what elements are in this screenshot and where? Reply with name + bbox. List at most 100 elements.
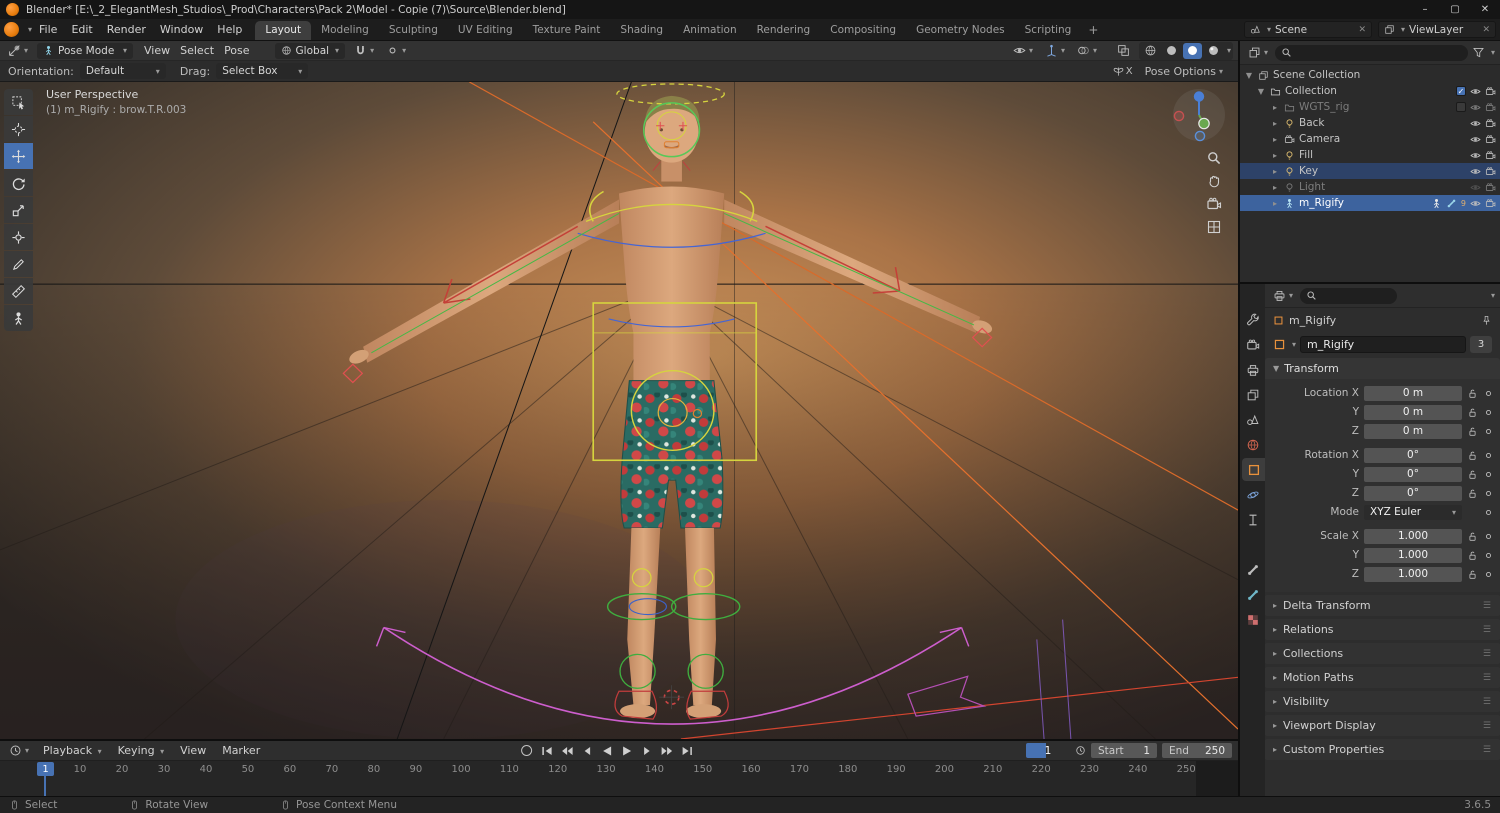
show-overlays-dropdown[interactable]: ▾ bbox=[1074, 43, 1100, 59]
transform-value-field[interactable]: 1.000 bbox=[1364, 566, 1462, 582]
expand-icon[interactable]: ▸ bbox=[1270, 119, 1280, 128]
lock-icon[interactable] bbox=[1467, 407, 1478, 418]
tab-object[interactable] bbox=[1242, 458, 1265, 481]
animate-dot-icon[interactable] bbox=[1483, 407, 1494, 418]
camera-view-icon[interactable] bbox=[1206, 196, 1222, 212]
outliner-row-back[interactable]: ▸ Back bbox=[1240, 115, 1500, 131]
properties-search-input[interactable] bbox=[1300, 287, 1397, 304]
render-visibility-icon[interactable] bbox=[1485, 86, 1496, 97]
tab-render[interactable] bbox=[1240, 333, 1265, 356]
shading-rendered-button[interactable] bbox=[1204, 43, 1223, 59]
hide-eye-icon[interactable] bbox=[1470, 198, 1481, 209]
play-reverse-button[interactable] bbox=[598, 743, 615, 758]
hide-eye-icon[interactable] bbox=[1470, 182, 1481, 193]
panel-grip-icon[interactable]: ☰ bbox=[1483, 721, 1492, 731]
topbar-menu-item[interactable]: Window bbox=[153, 21, 210, 38]
xray-toggle[interactable] bbox=[1114, 43, 1133, 59]
lock-icon[interactable] bbox=[1467, 450, 1478, 461]
panel-grip-icon[interactable]: ☰ bbox=[1483, 673, 1492, 683]
filter-icon[interactable] bbox=[1472, 46, 1485, 59]
workspace-tab[interactable]: Geometry Nodes bbox=[906, 21, 1015, 40]
workspace-tab[interactable]: Texture Paint bbox=[523, 21, 611, 40]
render-visibility-icon[interactable] bbox=[1485, 134, 1496, 145]
add-workspace-button[interactable]: + bbox=[1081, 23, 1105, 37]
mirror-x-toggle[interactable]: X bbox=[1109, 63, 1136, 79]
shading-solid-button[interactable] bbox=[1162, 43, 1181, 59]
animate-dot-icon[interactable] bbox=[1483, 388, 1494, 399]
lock-icon[interactable] bbox=[1467, 531, 1478, 542]
hide-eye-icon[interactable] bbox=[1470, 102, 1481, 113]
jump-to-start-button[interactable] bbox=[538, 743, 555, 758]
scene-selector[interactable]: ▾ Scene ✕ bbox=[1244, 21, 1372, 38]
collapsed-panel[interactable]: ▸ Visibility ☰ bbox=[1265, 691, 1500, 712]
outliner-editor-type-button[interactable]: ▾ bbox=[1245, 45, 1271, 61]
expand-icon[interactable]: ▸ bbox=[1270, 167, 1280, 176]
panel-grip-icon[interactable]: ☰ bbox=[1483, 601, 1492, 611]
next-keyframe-button[interactable] bbox=[658, 743, 675, 758]
panel-grip-icon[interactable]: ☰ bbox=[1483, 649, 1492, 659]
tab-physics[interactable] bbox=[1240, 483, 1265, 506]
tool-scale[interactable] bbox=[4, 197, 33, 223]
tool-annotate[interactable] bbox=[4, 251, 33, 277]
hide-eye-icon[interactable] bbox=[1470, 166, 1481, 177]
tab-object-constraints[interactable] bbox=[1240, 508, 1265, 531]
tab-scene[interactable] bbox=[1240, 408, 1265, 431]
topbar-menu-item[interactable]: Render bbox=[100, 21, 153, 38]
topbar-menu-item[interactable]: Edit bbox=[64, 21, 99, 38]
workspace-tab[interactable]: Shading bbox=[610, 21, 673, 40]
users-count-badge[interactable]: 3 bbox=[1470, 335, 1492, 353]
transform-value-field[interactable]: 0 m bbox=[1364, 404, 1462, 420]
3d-viewport[interactable]: User Perspective (1) m_Rigify : brow.T.R… bbox=[0, 82, 1238, 739]
animate-dot-icon[interactable] bbox=[1483, 550, 1494, 561]
hide-eye-icon[interactable] bbox=[1470, 118, 1481, 129]
mode-dropdown[interactable]: Pose Mode ▾ bbox=[37, 42, 134, 59]
workspace-tab[interactable]: Rendering bbox=[747, 21, 821, 40]
expand-icon[interactable]: ▼ bbox=[1256, 87, 1266, 96]
hide-eye-icon[interactable] bbox=[1470, 134, 1481, 145]
viewlayer-selector[interactable]: ▾ ViewLayer ✕ bbox=[1378, 21, 1496, 38]
workspace-tab[interactable]: Layout bbox=[255, 21, 312, 40]
tab-output[interactable] bbox=[1240, 358, 1265, 381]
zoom-icon[interactable] bbox=[1206, 150, 1222, 166]
minimize-button[interactable]: – bbox=[1410, 0, 1440, 19]
drag-setting-dropdown[interactable]: Select Box ▾ bbox=[216, 63, 309, 79]
proportional-editing-toggle[interactable]: ▾ bbox=[383, 43, 409, 59]
tool-move[interactable] bbox=[4, 143, 33, 169]
lock-icon[interactable] bbox=[1467, 569, 1478, 580]
next-frame-button[interactable] bbox=[638, 743, 655, 758]
orientation-setting-dropdown[interactable]: Default ▾ bbox=[79, 63, 166, 79]
play-button[interactable] bbox=[618, 743, 635, 758]
start-frame-field[interactable]: Start 1 bbox=[1091, 743, 1157, 758]
collection-checkbox[interactable]: ✓ bbox=[1456, 86, 1466, 96]
snap-toggle[interactable]: ▾ bbox=[351, 43, 377, 59]
expand-icon[interactable]: ▸ bbox=[1270, 151, 1280, 160]
render-visibility-icon[interactable] bbox=[1485, 102, 1496, 113]
render-visibility-icon[interactable] bbox=[1485, 182, 1496, 193]
expand-icon[interactable]: ▸ bbox=[1270, 199, 1280, 208]
marker-menu[interactable]: Marker bbox=[217, 744, 265, 757]
remove-viewlayer-icon[interactable]: ✕ bbox=[1482, 25, 1490, 35]
playback-menu[interactable]: Playback ▾ bbox=[38, 744, 107, 757]
object-name-field[interactable]: m_Rigify bbox=[1300, 335, 1466, 353]
expand-icon[interactable]: ▸ bbox=[1270, 183, 1280, 192]
panel-grip-icon[interactable]: ☰ bbox=[1483, 625, 1492, 635]
prev-keyframe-button[interactable] bbox=[558, 743, 575, 758]
outliner-row-m-rigify[interactable]: ▸ m_Rigify 9 bbox=[1240, 195, 1500, 211]
timeline-editor-type-button[interactable]: ▾ bbox=[6, 743, 32, 759]
end-frame-field[interactable]: End 250 bbox=[1162, 743, 1232, 758]
animate-dot-icon[interactable] bbox=[1483, 469, 1494, 480]
animate-dot-icon[interactable] bbox=[1483, 426, 1494, 437]
pan-hand-icon[interactable] bbox=[1206, 173, 1222, 189]
animate-dot-icon[interactable] bbox=[1483, 488, 1494, 499]
tool-tweak[interactable] bbox=[4, 89, 33, 115]
transform-value-field[interactable]: 1.000 bbox=[1364, 528, 1462, 544]
outliner-row-wgts-rig[interactable]: ▸ WGTS_rig ✓ bbox=[1240, 99, 1500, 115]
viewport-menu-item[interactable]: View bbox=[139, 44, 175, 57]
tab-texture[interactable] bbox=[1240, 608, 1265, 631]
collapsed-panel[interactable]: ▸ Motion Paths ☰ bbox=[1265, 667, 1500, 688]
expand-icon[interactable]: ▸ bbox=[1270, 135, 1280, 144]
transform-value-field[interactable]: 0° bbox=[1364, 447, 1462, 463]
collapsed-panel[interactable]: ▸ Collections ☰ bbox=[1265, 643, 1500, 664]
lock-icon[interactable] bbox=[1467, 488, 1478, 499]
tool-rotate[interactable] bbox=[4, 170, 33, 196]
